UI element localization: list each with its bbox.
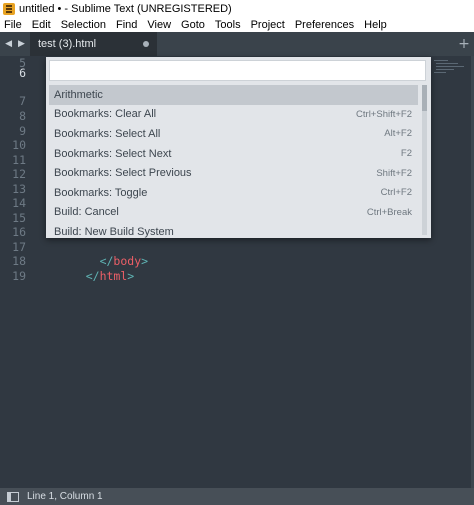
menu-view[interactable]: View xyxy=(142,19,176,31)
palette-item-label: Arithmetic xyxy=(54,88,103,101)
palette-item-label: Build: New Build System xyxy=(54,225,174,238)
window-title: untitled • - Sublime Text (UNREGISTERED) xyxy=(19,2,232,15)
code-line-17: </body> xyxy=(58,240,149,268)
palette-item-label: Bookmarks: Select Next xyxy=(54,147,172,160)
palette-item-label: Bookmarks: Toggle xyxy=(54,186,148,199)
line-number: 10 xyxy=(12,138,26,152)
command-palette-input[interactable] xyxy=(49,60,426,81)
line-number: 7 xyxy=(19,94,26,108)
tab-next-icon[interactable]: ▶ xyxy=(18,39,25,49)
menu-project[interactable]: Project xyxy=(246,19,290,31)
palette-item-bookmarks-clear-all[interactable]: Bookmarks: Clear All Ctrl+Shift+F2 xyxy=(49,105,418,125)
line-number: 12 xyxy=(12,167,26,181)
tab-bar-spacer xyxy=(157,32,454,56)
unsaved-dot-icon[interactable] xyxy=(143,41,149,47)
palette-item-shortcut: Ctrl+Shift+F2 xyxy=(356,108,412,120)
menu-bar: File Edit Selection Find View Goto Tools… xyxy=(0,17,474,32)
title-bar: untitled • - Sublime Text (UNREGISTERED) xyxy=(0,0,474,17)
palette-item-shortcut: Ctrl+Break xyxy=(366,206,412,218)
palette-item-shortcut: Alt+F2 xyxy=(384,128,412,140)
tab-prev-icon[interactable]: ◀ xyxy=(5,39,12,49)
palette-scroll-thumb[interactable] xyxy=(422,85,427,111)
line-number: 9 xyxy=(19,123,26,138)
palette-item-shortcut: Shift+F2 xyxy=(376,167,412,179)
menu-tools[interactable]: Tools xyxy=(210,19,246,31)
minimap-line xyxy=(434,60,448,61)
code-line-18: </html> xyxy=(58,254,135,283)
menu-goto[interactable]: Goto xyxy=(176,19,210,31)
tag-name: html xyxy=(99,268,128,283)
command-palette-list: Arithmetic Bookmarks: Clear All Ctrl+Shi… xyxy=(49,85,418,238)
tab-nav: ◀ ▶ xyxy=(0,32,30,56)
sublime-logo-icon xyxy=(3,2,15,15)
tag-open-bracket: </ xyxy=(85,268,100,283)
tab-label: test (3).html xyxy=(38,38,97,50)
menu-preferences[interactable]: Preferences xyxy=(290,19,359,31)
new-tab-plus-icon[interactable]: + xyxy=(454,32,474,56)
palette-item-label: Build: Cancel xyxy=(54,206,119,219)
palette-item-bookmarks-select-next[interactable]: Bookmarks: Select Next F2 xyxy=(49,144,418,164)
palette-item-shortcut: Ctrl+F2 xyxy=(380,187,412,199)
panel-toggle-icon[interactable] xyxy=(7,491,19,502)
line-number: 16 xyxy=(12,225,26,239)
minimap-line xyxy=(436,63,458,64)
palette-scrollbar[interactable] xyxy=(422,85,427,235)
palette-item-build-cancel[interactable]: Build: Cancel Ctrl+Break xyxy=(49,203,418,223)
menu-selection[interactable]: Selection xyxy=(56,19,111,31)
tag-close-bracket: > xyxy=(141,254,149,269)
line-number: 14 xyxy=(12,196,26,210)
line-number: 8 xyxy=(19,109,26,123)
line-number-current: 6 xyxy=(19,66,26,80)
line-number: 11 xyxy=(12,152,26,167)
menu-help[interactable]: Help xyxy=(359,19,392,31)
palette-item-bookmarks-select-all[interactable]: Bookmarks: Select All Alt+F2 xyxy=(49,124,418,144)
palette-item-build-new-build-system[interactable]: Build: New Build System xyxy=(49,222,418,238)
tab-bar: ◀ ▶ test (3).html + xyxy=(0,32,474,56)
minimap-line xyxy=(434,72,446,73)
palette-item-label: Bookmarks: Select All xyxy=(54,127,161,140)
palette-item-label: Bookmarks: Clear All xyxy=(54,108,157,121)
menu-find[interactable]: Find xyxy=(111,19,142,31)
line-number: 13 xyxy=(12,181,26,196)
minimap-line xyxy=(436,69,454,70)
palette-item-bookmarks-toggle[interactable]: Bookmarks: Toggle Ctrl+F2 xyxy=(49,183,418,203)
line-number: 19 xyxy=(12,268,26,283)
tab-test-3-html[interactable]: test (3).html xyxy=(30,32,157,56)
palette-item-bookmarks-select-previous[interactable]: Bookmarks: Select Previous Shift+F2 xyxy=(49,163,418,183)
palette-item-shortcut: F2 xyxy=(400,148,412,160)
line-number: 17 xyxy=(12,239,26,254)
menu-file[interactable]: File xyxy=(0,19,27,31)
command-palette: Arithmetic Bookmarks: Clear All Ctrl+Shi… xyxy=(46,57,431,238)
minimap-line xyxy=(436,66,464,67)
menu-edit[interactable]: Edit xyxy=(27,19,56,31)
palette-item-arithmetic[interactable]: Arithmetic xyxy=(49,85,418,105)
cursor-position[interactable]: Line 1, Column 1 xyxy=(27,491,103,502)
status-bar: Line 1, Column 1 xyxy=(0,488,474,505)
minimap[interactable] xyxy=(432,58,468,90)
tag-close-bracket: > xyxy=(127,268,135,283)
line-number: 18 xyxy=(12,254,26,268)
palette-item-label: Bookmarks: Select Previous xyxy=(54,167,192,180)
line-number: 15 xyxy=(12,210,26,225)
